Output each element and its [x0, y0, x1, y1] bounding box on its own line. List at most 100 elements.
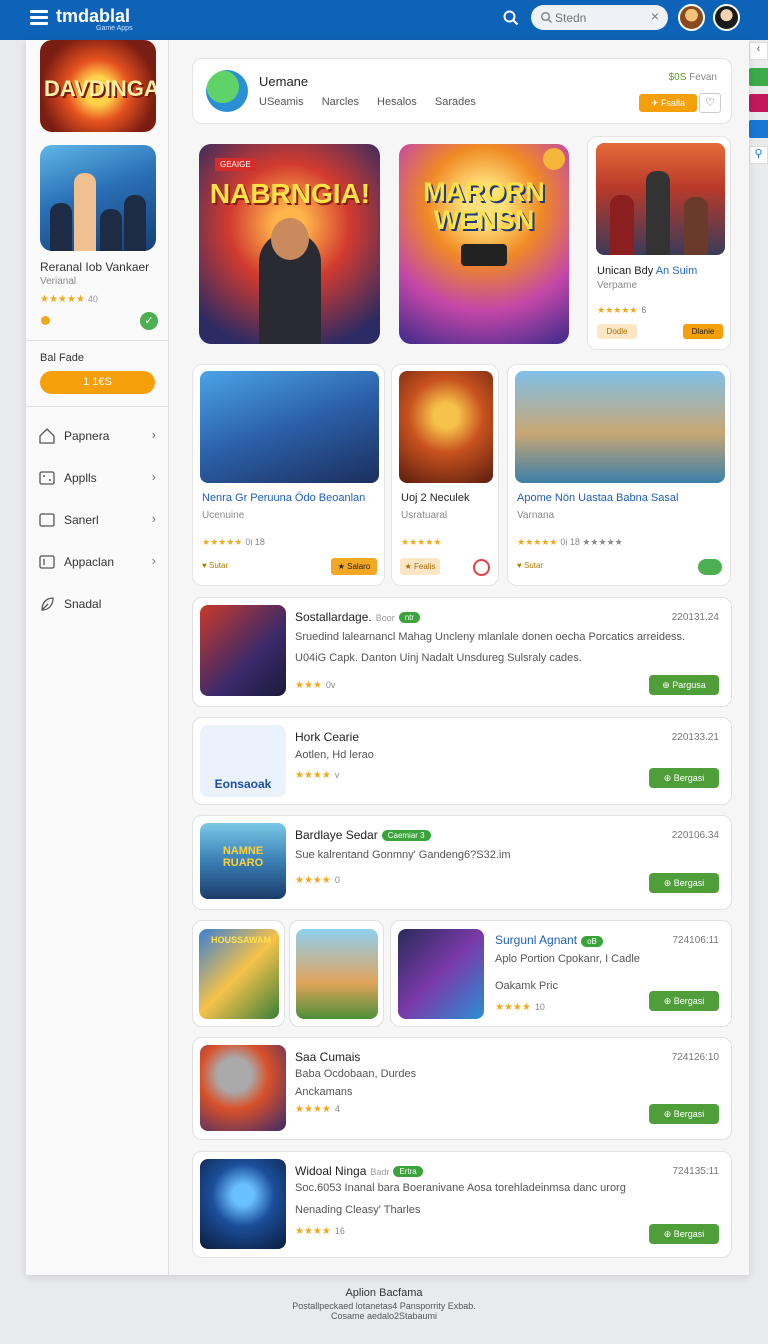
game-card-title: Uoj 2 Neculek: [401, 492, 470, 504]
sidebar-game-subtitle: Verianal: [40, 276, 77, 287]
blue-tool-icon[interactable]: [749, 120, 768, 138]
price-value: $0S: [668, 72, 687, 83]
title-text: Bardlaye Sedar: [295, 828, 378, 842]
sidebar-game-thumbnail-1[interactable]: DAVDINGAT: [40, 40, 156, 132]
title-text: Sostallardage.: [295, 610, 372, 624]
stop-icon[interactable]: [473, 559, 490, 576]
sidebar-item-appaclan[interactable]: Appaclan ›: [38, 550, 158, 574]
hero-figure: [50, 203, 72, 251]
title-highlight: An Suim: [653, 265, 698, 277]
clear-search-icon[interactable]: ×: [651, 8, 659, 24]
sidebar-game-thumbnail-2[interactable]: [40, 145, 156, 251]
list-item-date: 724135:11: [672, 1166, 719, 1177]
featured-game-3[interactable]: Unican Bdy An Suim Verpame ★★★★★ 6 Dodle …: [587, 136, 731, 350]
list-item-title: Saa Cumais: [295, 1050, 360, 1064]
featured-game-rating: ★★★★★ 6: [597, 305, 646, 316]
avatar[interactable]: [678, 4, 705, 31]
tab-useamis[interactable]: USeamis: [259, 96, 304, 108]
list-item-button[interactable]: ⊕ Pargusa: [649, 675, 719, 695]
brand-subtitle: Game Apps: [96, 25, 133, 32]
profile-price: $0S Fevan: [669, 72, 717, 83]
toggle-switch[interactable]: [698, 559, 722, 575]
green-tool-icon[interactable]: [749, 68, 768, 86]
rating-count: 0i 18 ★★★★★: [560, 537, 623, 547]
list-item-button[interactable]: ⊕ Bergasi: [649, 873, 719, 893]
featured-game-1[interactable]: GEAIGE NABRNGIA!: [199, 144, 380, 344]
divider: [26, 406, 169, 407]
game-card-button[interactable]: ★ Fealis: [400, 558, 440, 575]
list-item[interactable]: Saa Cumais Baba Ocdobaan, Durdes Anckama…: [192, 1037, 732, 1140]
game-card-subtitle: Usratuaral: [401, 510, 448, 521]
avatar-secondary[interactable]: [713, 4, 740, 31]
sidebar-item-papnera[interactable]: Papnera ›: [38, 424, 158, 448]
list-item[interactable]: Widoal Ninga Badr Ertra Soc.6053 Inanal ba…: [192, 1151, 732, 1258]
hero-figure: [100, 209, 122, 251]
rating-stars: ★★★★★: [40, 294, 85, 305]
square-icon: [39, 513, 55, 527]
footer-line-2: Cosame aedalo2Stabaumi: [330, 1311, 438, 1321]
profile-action-button[interactable]: ✈ Fsalla: [639, 94, 697, 112]
primary-button[interactable]: Dlanie: [683, 324, 723, 339]
chevron-right-icon: ›: [151, 469, 156, 484]
list-item[interactable]: HOUSSAWAM Surgunl Agnant oB Aplo Portion …: [192, 920, 732, 1027]
rating-count: 40: [87, 294, 98, 304]
search-tool-icon[interactable]: ⚲: [749, 146, 768, 164]
list-item-button[interactable]: ⊕ Bergasi: [649, 1104, 719, 1124]
tab-hesalos[interactable]: Hesalos: [377, 96, 417, 108]
tab-sarades[interactable]: Sarades: [435, 96, 476, 108]
sidebar-item-sanerl[interactable]: Sanerl ›: [38, 508, 158, 532]
sidebar-game-title[interactable]: Reranal Iob Vankaer: [40, 260, 149, 274]
list-item-description: Baba Ocdobaan, Durdes: [295, 1068, 417, 1080]
list-item-description: Sue kalrentand Gonmny' Gandeng6?S32.im: [295, 849, 511, 861]
list-thumbnail: [200, 1159, 286, 1249]
brand-logo[interactable]: tmdablal: [56, 6, 130, 27]
hero-figure: [646, 171, 670, 255]
expand-icon[interactable]: ‹: [749, 42, 768, 60]
search-box[interactable]: ×: [531, 5, 668, 30]
list-item[interactable]: NAMNE RUARO Bardlaye Sedar Caemiar 3 Sue …: [192, 815, 732, 910]
list-item-button[interactable]: ⊕ Bergasi: [649, 991, 719, 1011]
list-item-button[interactable]: ⊕ Bergasi: [649, 1224, 719, 1244]
badge-icon: [543, 148, 565, 170]
tab-narcles[interactable]: Narcles: [322, 96, 359, 108]
list-item-button[interactable]: ⊕ Bergasi: [649, 768, 719, 788]
list-item-date: 220133.21: [671, 732, 719, 743]
game-card-1[interactable]: Nenra Gr Peruuna Ödo Beoanlan Ucenuine ★…: [192, 364, 385, 586]
rating-count: 16: [334, 1226, 345, 1236]
search-icon[interactable]: [502, 9, 520, 27]
list-thumbnail: [200, 1045, 286, 1131]
list-item-title: Hork Cearie: [295, 730, 359, 744]
secondary-button[interactable]: Dodle: [597, 324, 637, 339]
top-bar: tmdablal Game Apps ×: [0, 0, 768, 40]
game-card-subtitle: Ucenuine: [202, 510, 245, 521]
magenta-tool-icon[interactable]: [749, 94, 768, 112]
price-label: Fevan: [689, 72, 717, 83]
list-item[interactable]: Sostallardage. Boor ntr Sruedind lalearnan…: [192, 597, 732, 707]
profile-action-label: Fsalla: [661, 98, 686, 108]
sidebar-item-snadal[interactable]: Snadal: [38, 592, 158, 616]
list-item[interactable]: Eonsaoak Hork Cearie Aotlen, Hd lerao ★★…: [192, 717, 732, 805]
game-card-2[interactable]: Uoj 2 Neculek Usratuaral ★★★★★ ★ Fealis: [391, 364, 499, 586]
list-item-badge: ntr: [398, 612, 421, 623]
game-card-3[interactable]: Apome Nön Uastaa Babna Sasal Varnana ★★★…: [507, 364, 731, 586]
profile-logo[interactable]: [206, 70, 248, 112]
sidebar: DAVDINGAT Reranal Iob Vankaer Verianal ★…: [26, 40, 169, 1275]
list-item-title: Widoal Ninga Badr Ertra: [295, 1164, 423, 1178]
check-icon[interactable]: ✓: [140, 312, 158, 330]
balance-button[interactable]: 1 1€S: [40, 371, 155, 394]
rating-stars: ★★★★: [495, 1002, 531, 1013]
search-input[interactable]: [555, 8, 645, 27]
chevron-right-icon: ›: [151, 553, 156, 568]
sidebar-item-label: Applls: [64, 471, 97, 485]
sidebar-item-label: Sanerl: [64, 513, 99, 527]
list-item-description-2: Oakamk Pric: [495, 980, 558, 992]
sidebar-item-applls[interactable]: Applls ›: [38, 466, 158, 490]
list-item-description-2: U04iG Capk. Danton Uinj Nadalt Unsdureg …: [295, 652, 582, 664]
heart-icon[interactable]: ♡: [699, 93, 721, 113]
menu-icon[interactable]: [30, 10, 48, 25]
featured-game-subtitle: Verpame: [597, 280, 638, 291]
featured-game-2[interactable]: MARORN WENSN: [399, 144, 569, 344]
chevron-right-icon: ›: [151, 511, 156, 526]
game-card-button[interactable]: ★ Salaro: [331, 558, 377, 575]
list-thumbnail-2: [289, 920, 384, 1027]
